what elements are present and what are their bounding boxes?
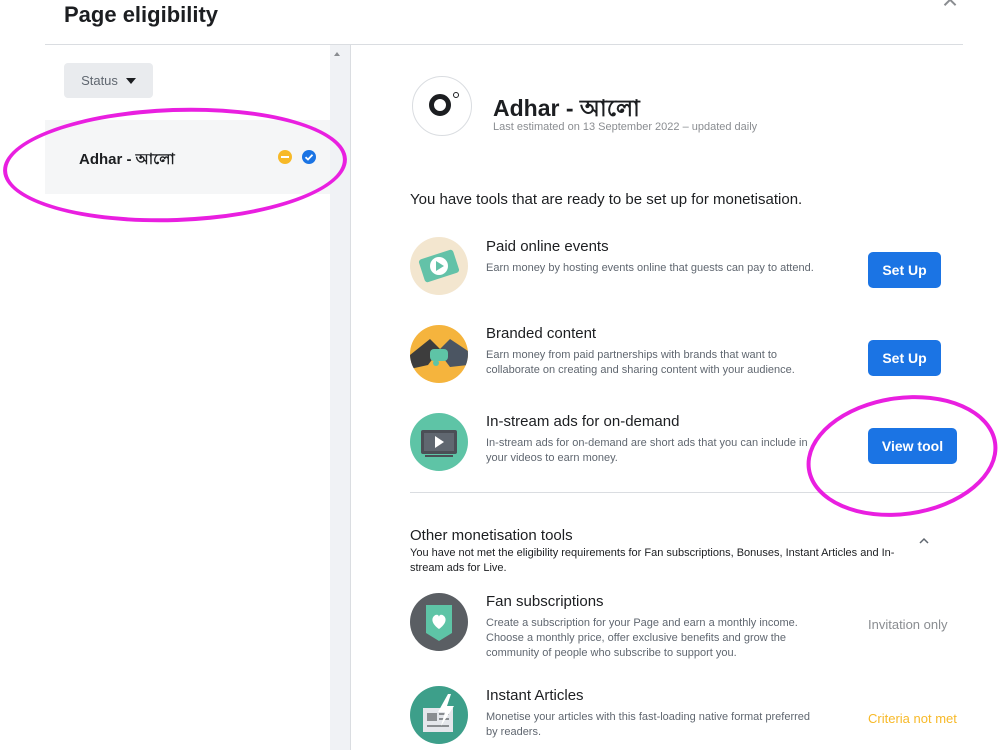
page-logo-dot [453, 92, 459, 98]
tool-description: Earn money by hosting events online that… [486, 262, 814, 274]
caret-down-icon [125, 77, 136, 84]
close-icon[interactable]: × [936, 0, 964, 14]
video-icon [410, 413, 468, 471]
page-list-item-label: Adhar - আলো [79, 151, 175, 168]
tool-title: Branded content [486, 325, 597, 342]
status-filter-label: Status [81, 73, 118, 88]
verified-check-icon [302, 150, 316, 164]
lightning-article-icon [410, 686, 468, 744]
paid-online-events-setup-button[interactable]: Set Up [868, 252, 941, 288]
outer-margin [963, 0, 1000, 750]
last-estimated-text: Last estimated on 13 September 2022 – up… [493, 121, 758, 133]
chevron-up-icon[interactable] [918, 532, 930, 548]
scrollbar[interactable] [330, 45, 350, 750]
tool-description: Monetise your articles with this fast-lo… [486, 711, 811, 738]
tool-title: In-stream ads for on-demand [486, 413, 680, 430]
branded-content-setup-button[interactable]: Set Up [868, 340, 941, 376]
invitation-only-status: Invitation only [868, 617, 948, 632]
other-tools-description: You have not met the eligibility require… [410, 547, 895, 574]
pending-status-icon [278, 150, 292, 164]
tool-description: Create a subscription for your Page and … [486, 617, 798, 659]
instream-ads-view-tool-button[interactable]: View tool [868, 428, 957, 464]
section-divider [410, 492, 963, 493]
status-filter-button[interactable]: Status [64, 63, 153, 98]
tool-title: Paid online events [486, 238, 609, 255]
tool-title: Instant Articles [486, 687, 584, 704]
page-logo-ring [429, 94, 451, 116]
ready-tools-heading: You have tools that are ready to be set … [410, 191, 803, 208]
tool-title: Fan subscriptions [486, 593, 604, 610]
ticket-icon [410, 237, 468, 295]
panel-divider [350, 45, 351, 750]
tool-description: Earn money from paid partnerships with b… [486, 349, 795, 376]
tool-description: In-stream ads for on-demand are short ad… [486, 437, 808, 464]
dialog-title: Page eligibility [64, 2, 219, 27]
criteria-not-met-status: Criteria not met [868, 711, 957, 726]
handshake-icon [410, 325, 468, 383]
heart-badge-icon [410, 593, 468, 651]
other-tools-title: Other monetisation tools [410, 527, 573, 544]
scroll-up-arrow-icon[interactable] [334, 52, 340, 56]
